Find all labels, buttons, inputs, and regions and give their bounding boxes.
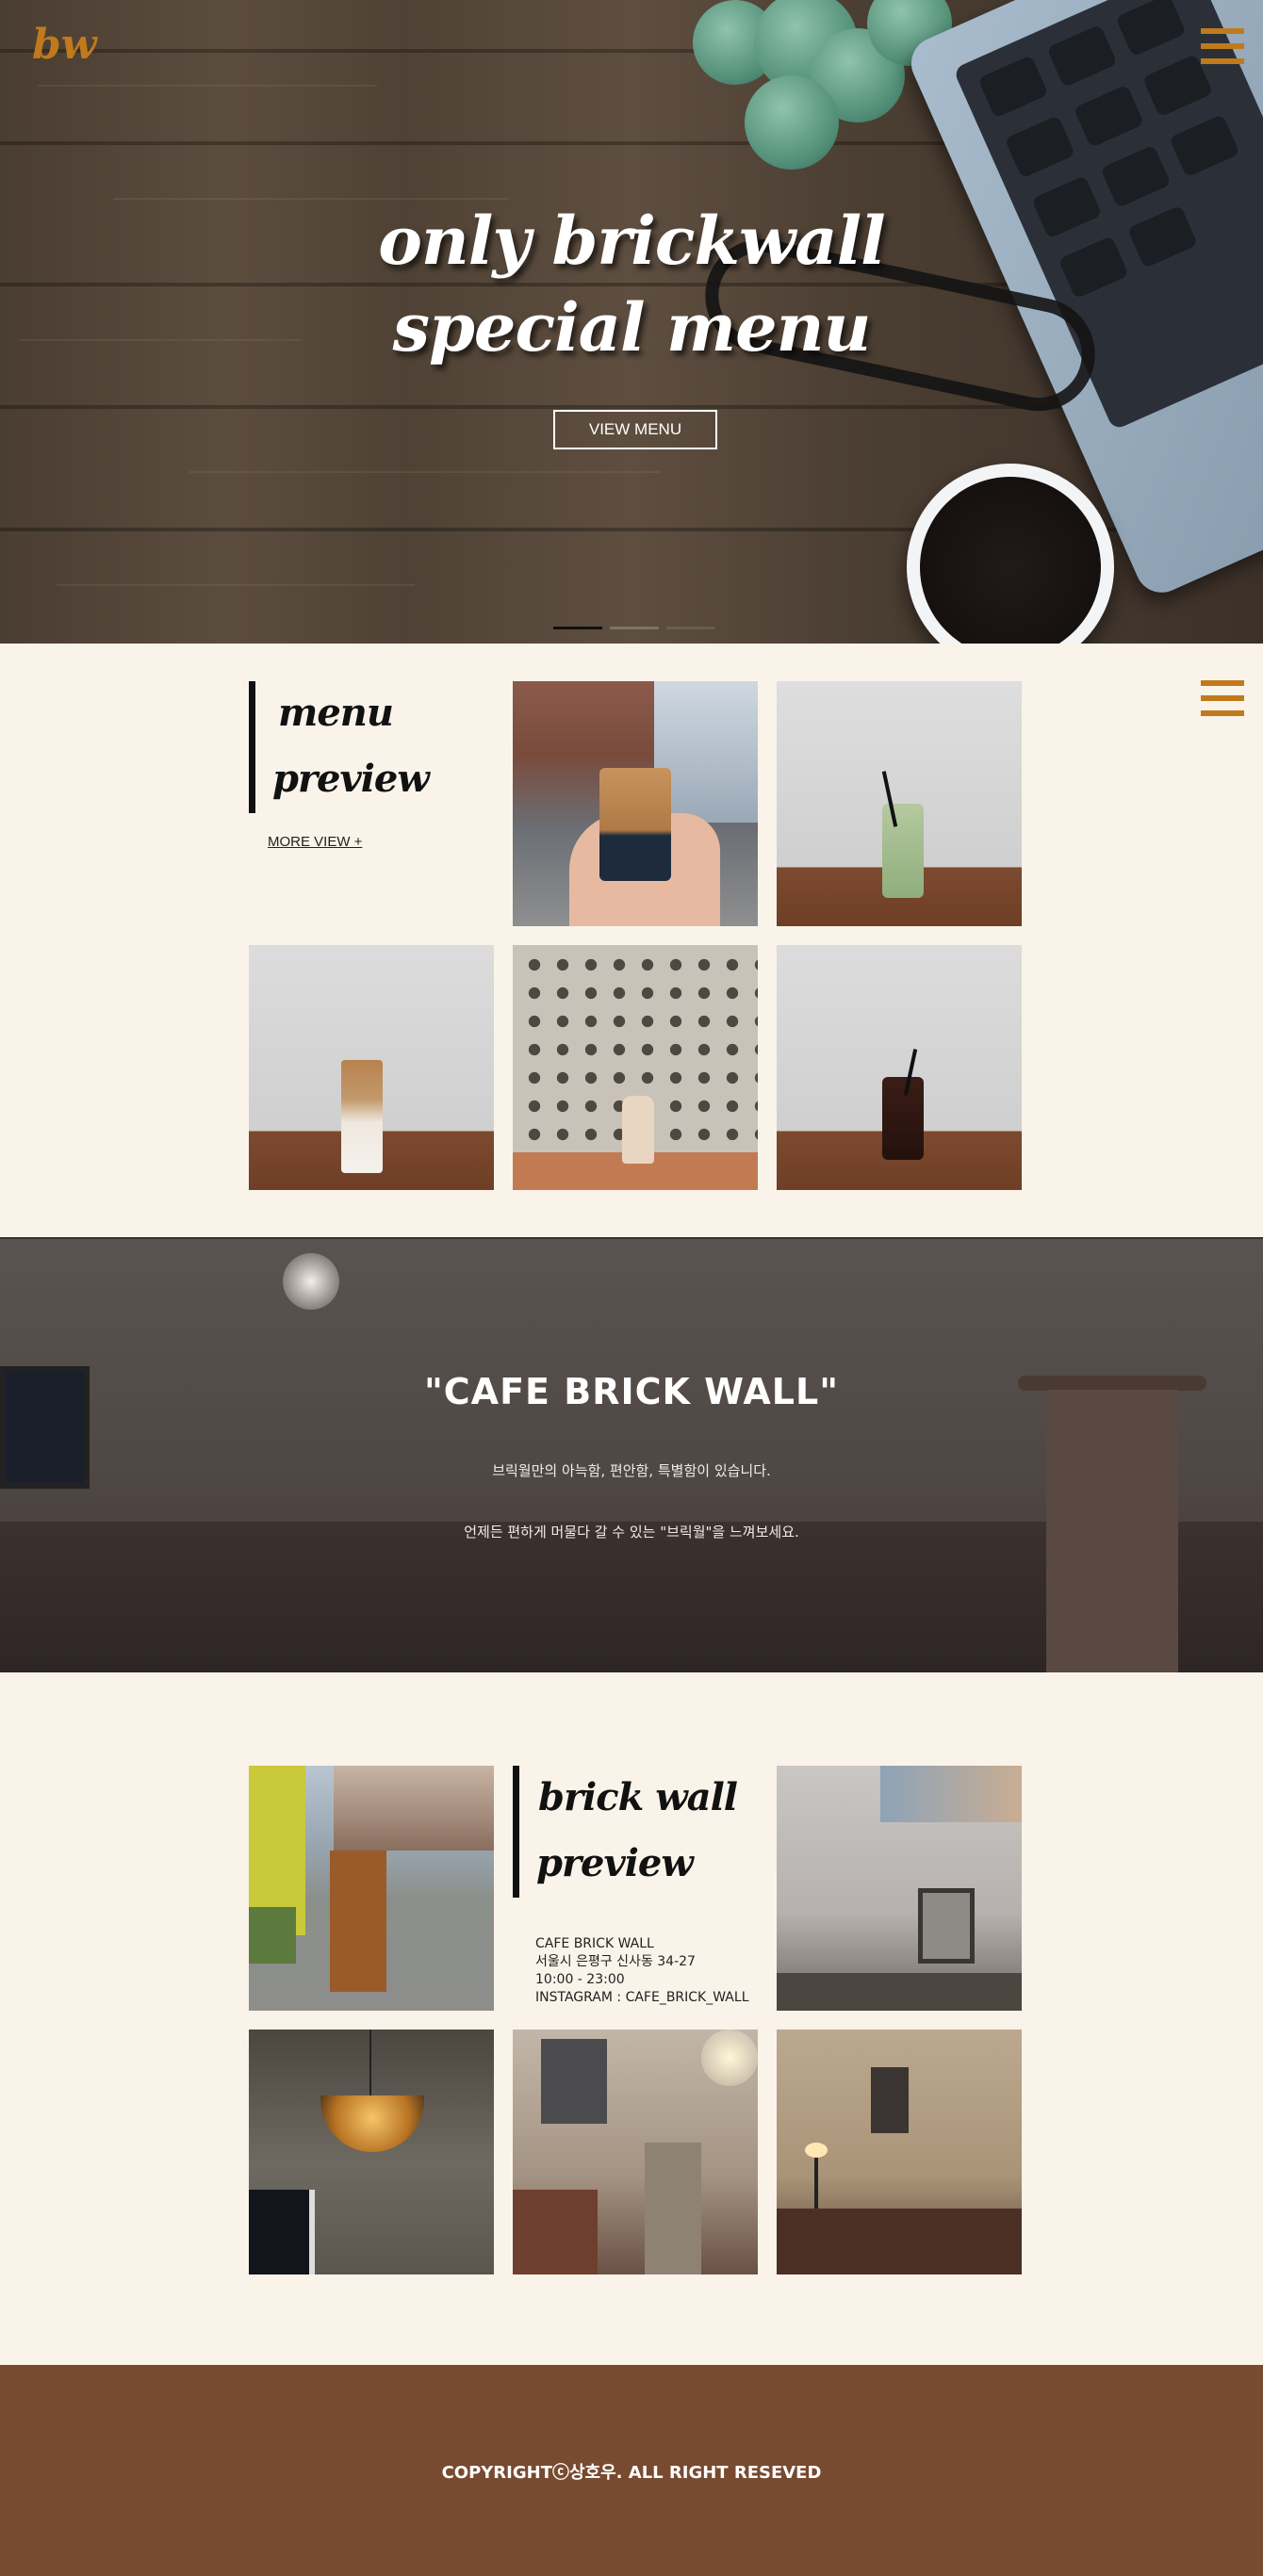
wood-grain [57,584,415,586]
banner-text-line: 브릭월만의 아늑함, 편안함, 특별함이 있습니다. [492,1462,771,1479]
menu-photo-bottle[interactable] [513,945,758,1190]
heading-line: preview [272,757,430,801]
copyright-text: COPYRIGHTⓒ상호우. ALL RIGHT RESEVED [441,2463,822,2483]
menu-photo-iced-americano[interactable] [777,945,1022,1190]
cafe-photo-storefront[interactable] [249,1766,494,2011]
menu-preview-heading: menu preview [249,681,484,813]
cafe-address: 서울시 은평구 신사동 34-27 [535,1954,696,1969]
view-menu-button[interactable]: VIEW MENU [553,410,717,449]
banner-text-line: 언제든 편하게 머물다 갈 수 있는 "브릭월"을 느껴보세요. [464,1524,799,1541]
wood-grain [38,85,377,87]
more-view-link[interactable]: MORE VIEW + [268,834,362,850]
slider-dot[interactable] [610,627,659,629]
hero-title: only brickwall special menu [378,202,886,367]
hero-slider: bw only brickwall special menu VIEW MENU [0,0,1263,644]
heading-line: brick wall [538,1775,738,1819]
wood-grain [189,471,660,473]
brick-wall-preview-heading: brick wall preview [513,1766,758,1898]
menu-photo-iced-latte[interactable] [249,945,494,1190]
site-footer: COPYRIGHTⓒ상호우. ALL RIGHT RESEVED [0,2365,1263,2576]
cafe-photo-projector[interactable] [777,1766,1022,2011]
coffee-cup-image [907,464,1114,644]
cafe-photo-interior-seating[interactable] [513,2030,758,2274]
hamburger-icon[interactable] [1201,680,1244,716]
slider-dot-active[interactable] [553,627,602,629]
cafe-instagram: INSTAGRAM : CAFE_BRICK_WALL [535,1990,749,2005]
cafe-photo-pendant-lamp[interactable] [249,2030,494,2274]
cafe-info: CAFE BRICK WALL 서울시 은평구 신사동 34-27 10:00 … [535,1935,749,2007]
slider-dot[interactable] [666,627,715,629]
cafe-photo-lamp-corner[interactable] [777,2030,1022,2274]
banner-title: "CAFE BRICK WALL" [423,1371,839,1412]
cafe-banner: "CAFE BRICK WALL" 브릭월만의 아늑함, 편안함, 특별함이 있… [0,1237,1263,1672]
banner-lamp [283,1253,339,1310]
menu-photo-iced-coffee[interactable] [513,681,758,926]
heading-line: preview [536,1841,694,1885]
menu-photo-green-latte[interactable] [777,681,1022,926]
cafe-hours: 10:00 - 23:00 [535,1972,625,1987]
hamburger-icon[interactable] [1201,28,1244,64]
cafe-name: CAFE BRICK WALL [535,1936,654,1951]
site-logo[interactable]: bw [32,21,97,69]
plant-leaf [745,75,839,170]
heading-line: menu [278,691,394,735]
